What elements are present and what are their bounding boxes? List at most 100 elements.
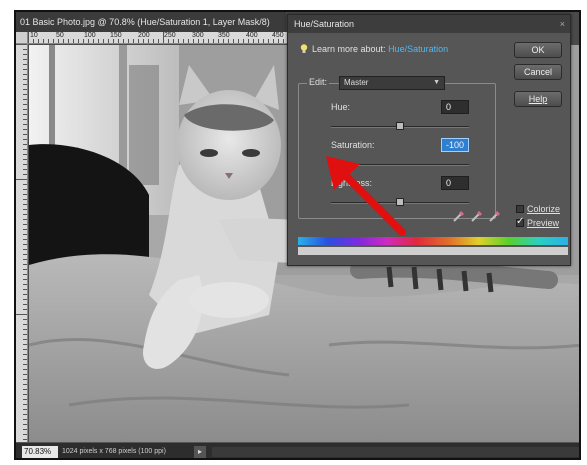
colorize-checkbox[interactable] — [516, 205, 524, 213]
horizontal-scrollbar[interactable] — [212, 447, 579, 457]
ruler-tick — [43, 39, 44, 43]
ruler-tick — [73, 39, 74, 43]
ruler-tick — [98, 39, 99, 43]
ruler-tick — [148, 39, 149, 43]
ruler-tick — [243, 39, 244, 43]
ruler-tick — [23, 59, 27, 60]
hue-input[interactable]: 0 — [441, 100, 469, 114]
ruler-tick — [16, 179, 27, 180]
input-color-spectrum — [298, 237, 568, 245]
ruler-tick — [23, 229, 27, 230]
lightness-slider-thumb[interactable] — [396, 198, 404, 206]
dialog-title: Hue/Saturation — [294, 19, 355, 29]
ruler-tick — [23, 109, 27, 110]
ruler-tick — [58, 39, 59, 43]
learn-more-link[interactable]: Hue/Saturation — [388, 44, 448, 54]
hue-saturation-dialog: Hue/Saturation × Learn more about: Hue/S… — [287, 14, 571, 266]
ruler-tick — [23, 224, 27, 225]
eyedropper-plus-icon[interactable] — [470, 209, 484, 223]
saturation-slider-track[interactable] — [331, 164, 469, 166]
eyedropper-tools — [452, 209, 504, 223]
ruler-tick — [23, 249, 27, 250]
ruler-tick — [23, 209, 27, 210]
preview-checkbox[interactable] — [516, 216, 524, 227]
hue-label: Hue: — [331, 102, 351, 112]
ruler-horizontal[interactable]: 10 50 100 150 200 250 300 350 400 450 — [28, 32, 298, 44]
eyedropper-minus-icon[interactable] — [488, 209, 502, 223]
document-info: 1024 pixels x 768 pixels (100 ppi) — [62, 448, 166, 455]
ruler-tick — [273, 39, 274, 43]
edit-label: Edit: — [307, 77, 330, 87]
document-tab-title[interactable]: 01 Basic Photo.jpg @ 70.8% (Hue/Saturati… — [16, 12, 286, 32]
ruler-tick — [28, 32, 29, 43]
ruler-tick — [103, 39, 104, 43]
preview-checkbox-row[interactable]: Preview — [516, 216, 559, 228]
learn-more-row: Learn more about: Hue/Saturation — [312, 44, 448, 54]
eyedropper-icon[interactable] — [452, 209, 466, 223]
ruler-tick — [93, 39, 94, 43]
ruler-tick — [23, 439, 27, 440]
close-icon[interactable]: × — [560, 15, 565, 33]
ruler-tick — [23, 434, 27, 435]
ruler-tick — [23, 139, 27, 140]
ok-button[interactable]: OK — [514, 42, 562, 58]
ruler-tick — [173, 39, 174, 43]
ruler-tick — [23, 99, 27, 100]
ruler-tick — [23, 244, 27, 245]
ruler-tick — [218, 39, 219, 43]
ruler-tick — [23, 369, 27, 370]
colorize-checkbox-row[interactable]: Colorize — [516, 204, 560, 214]
ruler-tick — [183, 39, 184, 43]
ruler-tick — [23, 154, 27, 155]
ruler-tick — [23, 204, 27, 205]
ruler-tick — [178, 39, 179, 43]
status-menu-button[interactable]: ▸ — [194, 446, 206, 458]
ruler-tick — [23, 149, 27, 150]
ruler-tick — [23, 199, 27, 200]
saturation-input[interactable]: -100 — [441, 138, 469, 152]
ruler-label: 150 — [110, 32, 122, 39]
ruler-tick — [213, 39, 214, 43]
ruler-tick — [23, 159, 27, 160]
ruler-tick — [33, 39, 34, 43]
cancel-button[interactable]: Cancel — [514, 64, 562, 80]
ruler-vertical[interactable] — [16, 44, 28, 442]
zoom-input[interactable]: 70.83% — [22, 446, 58, 458]
dialog-titlebar[interactable]: Hue/Saturation × — [288, 15, 570, 33]
ruler-tick — [258, 39, 259, 43]
ruler-tick — [23, 339, 27, 340]
ruler-origin[interactable] — [16, 32, 28, 44]
ruler-tick — [193, 39, 194, 43]
help-button[interactable]: Help — [514, 91, 562, 107]
output-color-spectrum — [298, 247, 568, 255]
ruler-tick — [23, 129, 27, 130]
ruler-tick — [53, 39, 54, 43]
ruler-tick — [238, 39, 239, 43]
ruler-tick — [198, 39, 199, 43]
ruler-tick — [23, 49, 27, 50]
ruler-tick — [23, 94, 27, 95]
ruler-tick — [68, 39, 69, 43]
ruler-tick — [78, 39, 79, 43]
ruler-tick — [23, 274, 27, 275]
ruler-tick — [23, 279, 27, 280]
edit-channel-select[interactable]: Master ▼ — [339, 76, 445, 90]
ruler-tick — [23, 424, 27, 425]
edit-group: Edit: Master ▼ Hue: 0 Saturation: -100 L… — [298, 76, 496, 219]
ruler-tick — [23, 174, 27, 175]
lightness-input[interactable]: 0 — [441, 176, 469, 190]
ruler-tick — [23, 239, 27, 240]
ruler-tick — [123, 39, 124, 43]
ruler-tick — [278, 39, 279, 43]
ruler-tick — [23, 304, 27, 305]
ruler-tick — [23, 114, 27, 115]
ruler-tick — [23, 119, 27, 120]
saturation-slider-thumb[interactable] — [331, 160, 339, 168]
ruler-tick — [23, 79, 27, 80]
ruler-tick — [23, 329, 27, 330]
lightbulb-icon — [300, 44, 308, 53]
ruler-tick — [23, 309, 27, 310]
ruler-tick — [63, 39, 64, 43]
hue-slider-thumb[interactable] — [396, 122, 404, 130]
ruler-tick — [23, 104, 27, 105]
